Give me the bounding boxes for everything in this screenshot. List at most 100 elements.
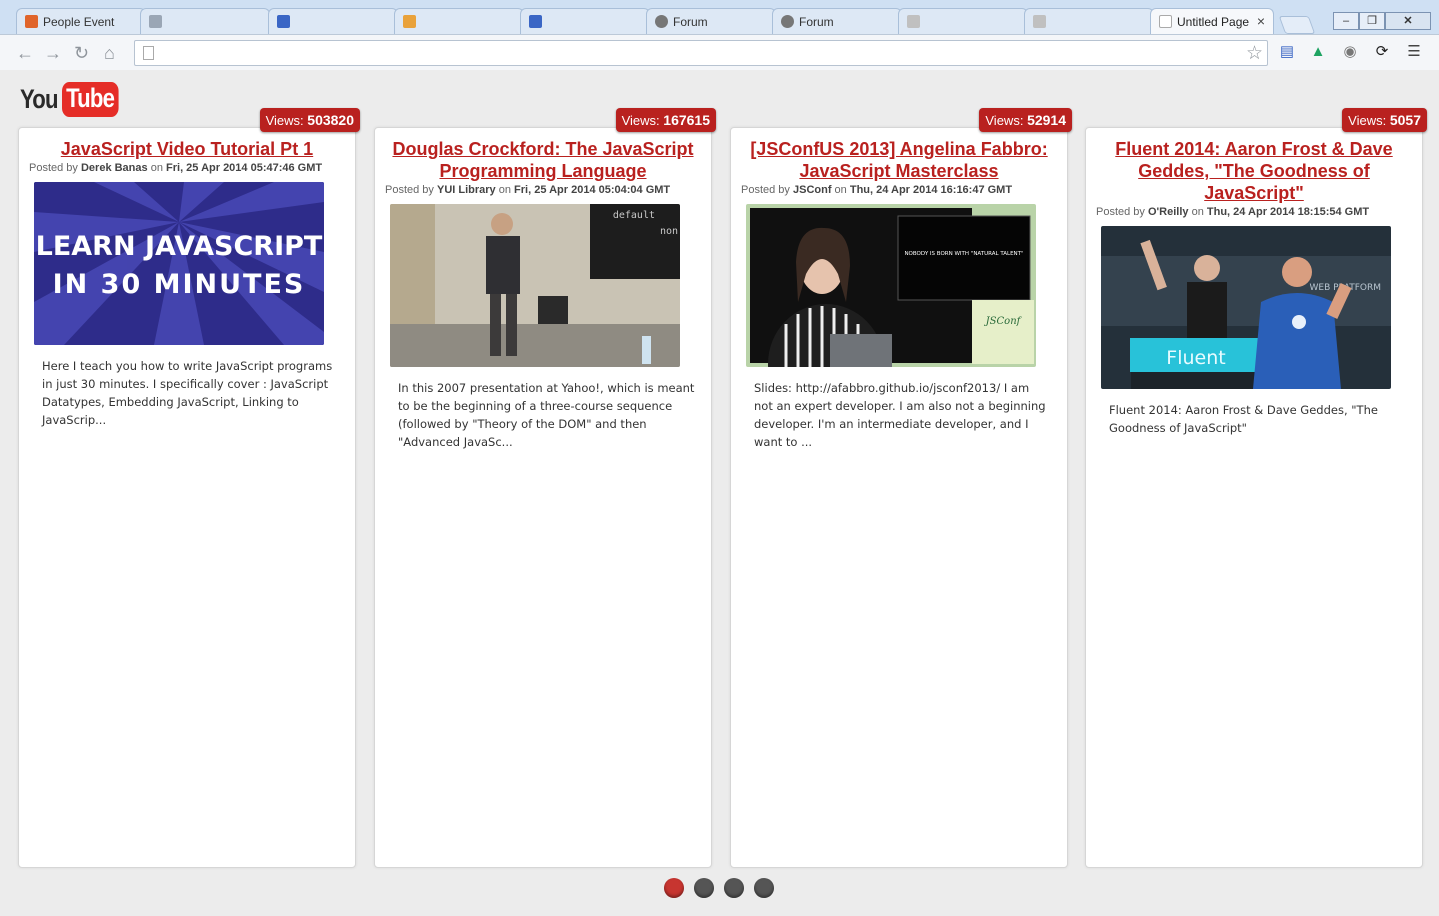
- browser-tab[interactable]: Forum: [646, 8, 776, 34]
- browser-tab[interactable]: [268, 8, 398, 34]
- page-icon: [143, 46, 154, 60]
- thumb-line2: non: [660, 226, 678, 237]
- menu-icon[interactable]: ☰: [1404, 42, 1424, 62]
- video-title-link[interactable]: Douglas Crockford: The JavaScript Progra…: [385, 138, 701, 182]
- tab-favicon-icon: [403, 15, 416, 28]
- google-drive-icon[interactable]: ▲: [1308, 42, 1328, 62]
- browser-tab[interactable]: People Event: [16, 8, 146, 34]
- video-author: Derek Banas: [80, 162, 148, 174]
- maximize-button[interactable]: ❐: [1359, 12, 1385, 30]
- video-description: Slides: http://afabbro.github.io/jsconf2…: [754, 381, 1046, 449]
- video-thumbnail[interactable]: default non: [390, 204, 680, 367]
- tab-favicon-icon: [149, 15, 162, 28]
- video-meta: Posted by O'Reilly on Thu, 24 Apr 2014 1…: [1096, 206, 1422, 218]
- video-meta: Posted by Derek Banas on Fri, 25 Apr 201…: [29, 162, 355, 174]
- views-count: 503820: [307, 112, 354, 128]
- tab-favicon-icon: [25, 15, 38, 28]
- thumb-line1: default: [613, 210, 655, 221]
- video-meta: Posted by YUI Library on Fri, 25 Apr 201…: [385, 184, 711, 196]
- browser-tab[interactable]: [140, 8, 270, 34]
- close-tab-icon[interactable]: ×: [1257, 13, 1265, 29]
- carousel-pagination: [664, 878, 774, 898]
- on-label: on: [1191, 206, 1204, 218]
- posted-by-label: Posted by: [1096, 206, 1145, 218]
- thumb-line2: JSConf: [984, 316, 1023, 327]
- browser-tab[interactable]: [1024, 8, 1154, 34]
- thumb-line2: IN 30 MINUTES: [53, 269, 306, 300]
- video-date: Thu, 24 Apr 2014 18:15:54 GMT: [1206, 206, 1370, 218]
- video-date: Thu, 24 Apr 2014 16:16:47 GMT: [849, 184, 1013, 196]
- tab-label: Untitled Page: [1177, 15, 1250, 29]
- thumb-line1: Fluent: [1166, 347, 1225, 369]
- video-card: Views: 5057 Fluent 2014: Aaron Frost & D…: [1085, 108, 1427, 868]
- thumb-line1: LEARN JAVASCRIPT: [36, 231, 323, 262]
- thumb-line1: NOBODY IS BORN WITH "NATURAL TALENT": [904, 251, 1023, 257]
- pagination-dot-active[interactable]: [664, 878, 684, 898]
- github-icon: [655, 15, 668, 28]
- thumbnail-rays-graphic: LEARN JAVASCRIPT IN 30 MINUTES: [34, 182, 324, 345]
- video-author: JSConf: [792, 184, 832, 196]
- views-count: 167615: [663, 112, 710, 128]
- views-badge: Views: 5057: [1342, 108, 1427, 132]
- video-title-link[interactable]: JavaScript Video Tutorial Pt 1: [29, 138, 345, 160]
- video-thumbnail[interactable]: WEB PLATFORM Fluent: [1101, 226, 1391, 389]
- page-content: You Tube Views: 503820 JavaScript Video …: [0, 70, 1439, 916]
- views-label: Views:: [1348, 113, 1387, 128]
- tab-label: Forum: [673, 15, 708, 29]
- window-controls: ‒ ❐ ✕: [1333, 12, 1431, 30]
- bookmark-star-icon[interactable]: ☆: [1246, 42, 1263, 65]
- extension-download-icon[interactable]: ◉: [1340, 42, 1360, 62]
- video-card: Views: 503820 JavaScript Video Tutorial …: [18, 108, 360, 868]
- posted-by-label: Posted by: [29, 162, 78, 174]
- video-description: Fluent 2014: Aaron Frost & Dave Geddes, …: [1109, 403, 1378, 435]
- minimize-button[interactable]: ‒: [1333, 12, 1359, 30]
- forward-icon[interactable]: →: [44, 43, 62, 64]
- posted-by-label: Posted by: [385, 184, 434, 196]
- views-badge: Views: 52914: [979, 108, 1072, 132]
- video-author: O'Reilly: [1147, 206, 1189, 218]
- views-count: 52914: [1027, 112, 1066, 128]
- video-description: In this 2007 presentation at Yahoo!, whi…: [398, 381, 695, 449]
- views-label: Views:: [985, 113, 1024, 128]
- youtube-logo: You Tube: [20, 80, 131, 118]
- close-window-button[interactable]: ✕: [1385, 12, 1431, 30]
- browser-tab-active[interactable]: Untitled Page ×: [1150, 8, 1274, 34]
- back-icon[interactable]: ←: [16, 43, 34, 64]
- browser-tab[interactable]: [394, 8, 524, 34]
- extension-sync-icon[interactable]: ⟳: [1372, 42, 1392, 62]
- video-card: Views: 52914 [JSConfUS 2013] Angelina Fa…: [730, 108, 1072, 868]
- pagination-dot[interactable]: [694, 878, 714, 898]
- views-label: Views:: [265, 113, 304, 128]
- tab-favicon-icon: [907, 15, 920, 28]
- video-thumbnail[interactable]: NOBODY IS BORN WITH "NATURAL TALENT" JSC…: [746, 204, 1036, 367]
- tab-label: People Event: [43, 15, 115, 29]
- video-title-link[interactable]: Fluent 2014: Aaron Frost & Dave Geddes, …: [1096, 138, 1412, 204]
- address-input[interactable]: [135, 41, 1215, 65]
- tab-strip: People Event Forum Forum Untitled Page ×…: [0, 6, 1439, 34]
- github-icon: [781, 15, 794, 28]
- thumbnail-speaker-graphic: default non: [390, 204, 680, 367]
- tab-favicon-icon: [277, 15, 290, 28]
- extension-cast-icon[interactable]: ▤: [1277, 42, 1297, 62]
- tab-favicon-icon: [529, 15, 542, 28]
- new-tab-button[interactable]: [1278, 16, 1316, 34]
- home-icon[interactable]: ⌂: [104, 43, 115, 64]
- video-meta: Posted by JSConf on Thu, 24 Apr 2014 16:…: [741, 184, 1067, 196]
- pagination-dot[interactable]: [724, 878, 744, 898]
- reload-icon[interactable]: ↻: [74, 43, 89, 64]
- browser-tab[interactable]: Forum: [772, 8, 902, 34]
- address-bar[interactable]: ☆: [134, 40, 1268, 66]
- logo-tube-text: Tube: [62, 81, 119, 117]
- browser-tab[interactable]: [520, 8, 650, 34]
- views-badge: Views: 167615: [615, 108, 716, 132]
- views-badge: Views: 503820: [259, 108, 360, 132]
- on-label: on: [834, 184, 847, 196]
- video-card: Views: 167615 Douglas Crockford: The Jav…: [374, 108, 716, 868]
- video-thumbnail[interactable]: LEARN JAVASCRIPT IN 30 MINUTES: [34, 182, 324, 345]
- browser-tab[interactable]: [898, 8, 1028, 34]
- posted-by-label: Posted by: [741, 184, 790, 196]
- browser-chrome: People Event Forum Forum Untitled Page ×…: [0, 0, 1439, 70]
- logo-you-text: You: [20, 83, 59, 114]
- pagination-dot[interactable]: [754, 878, 774, 898]
- video-title-link[interactable]: [JSConfUS 2013] Angelina Fabbro: JavaScr…: [741, 138, 1057, 182]
